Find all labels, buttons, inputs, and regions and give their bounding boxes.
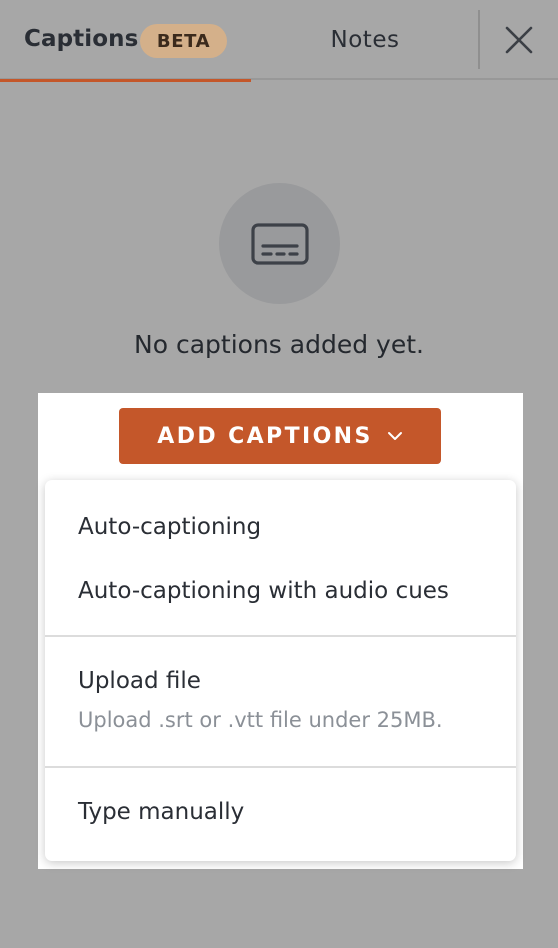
header-divider bbox=[478, 10, 480, 69]
close-icon bbox=[505, 26, 533, 54]
menu-item-label: Type manually bbox=[78, 799, 245, 825]
tab-captions-label: Captions bbox=[24, 26, 139, 52]
tab-notes-label: Notes bbox=[330, 27, 400, 53]
menu-divider bbox=[45, 635, 516, 637]
beta-badge: BETA bbox=[140, 24, 227, 58]
captions-panel: Captions BETA Notes No captions added ye… bbox=[0, 0, 558, 948]
empty-state-message: No captions added yet. bbox=[134, 330, 424, 359]
add-captions-button[interactable]: ADD CAPTIONS bbox=[119, 408, 441, 464]
tab-captions[interactable]: Captions BETA bbox=[0, 0, 251, 82]
add-captions-dropdown-menu: Auto-captioning Auto-captioning with aud… bbox=[45, 480, 516, 861]
active-tab-indicator bbox=[0, 79, 251, 82]
menu-item-type-manually[interactable]: Type manually bbox=[45, 797, 516, 827]
captions-icon-circle bbox=[219, 183, 340, 304]
menu-item-upload-file[interactable]: Upload file Upload .srt or .vtt file und… bbox=[45, 666, 516, 734]
menu-item-label: Auto-captioning bbox=[78, 514, 262, 540]
close-button[interactable] bbox=[498, 20, 540, 60]
closed-captions-icon bbox=[250, 222, 309, 265]
add-captions-label: ADD CAPTIONS bbox=[157, 423, 373, 449]
menu-item-hint: Upload .srt or .vtt file under 25MB. bbox=[78, 708, 443, 732]
menu-item-auto-captioning-audio-cues[interactable]: Auto-captioning with audio cues bbox=[45, 576, 516, 606]
chevron-down-icon bbox=[387, 432, 402, 440]
menu-divider bbox=[45, 766, 516, 768]
menu-item-auto-captioning[interactable]: Auto-captioning bbox=[45, 512, 516, 542]
menu-item-label: Auto-captioning with audio cues bbox=[78, 578, 449, 604]
menu-item-label: Upload file bbox=[78, 668, 201, 694]
tab-notes[interactable]: Notes bbox=[251, 0, 479, 80]
panel-header: Captions BETA Notes bbox=[0, 0, 558, 82]
